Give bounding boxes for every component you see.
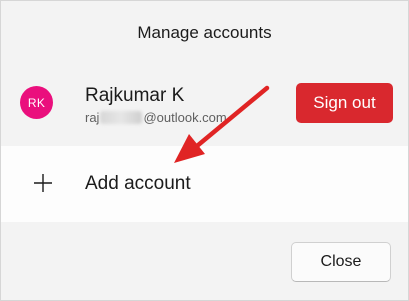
email-redaction xyxy=(100,111,143,124)
sign-out-button[interactable]: Sign out xyxy=(296,83,393,123)
add-account-label: Add account xyxy=(85,173,191,194)
manage-accounts-dialog: Manage accounts RK Rajkumar K raj @outlo… xyxy=(0,0,409,301)
email-suffix: @outlook.com xyxy=(143,110,227,125)
dialog-title: Manage accounts xyxy=(137,23,272,42)
account-name: Rajkumar K xyxy=(85,85,185,106)
dialog-footer: Close xyxy=(1,222,408,300)
account-email: raj @outlook.com xyxy=(85,110,227,125)
account-row: RK Rajkumar K raj @outlook.com Sign out xyxy=(1,77,408,135)
plus-icon xyxy=(34,174,52,192)
add-account-row[interactable]: Add account xyxy=(1,146,408,222)
close-button[interactable]: Close xyxy=(291,242,391,282)
email-prefix: raj xyxy=(85,110,100,125)
avatar: RK xyxy=(20,86,53,119)
